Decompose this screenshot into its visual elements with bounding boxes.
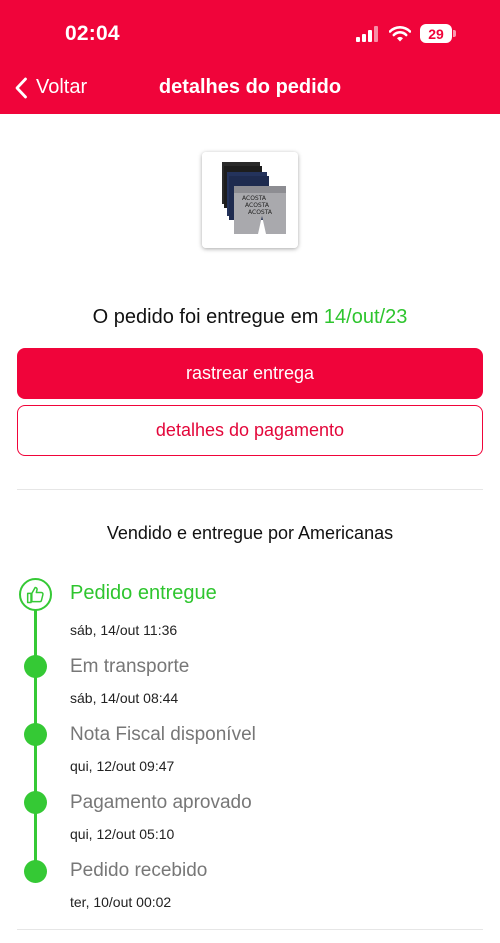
delivery-status-prefix: O pedido foi entregue em: [92, 306, 319, 328]
app-header: 02:04 29 Voltar detalhes do pedido: [0, 0, 500, 114]
timeline-step-4-marker: [24, 791, 47, 814]
status-icons: 29: [356, 24, 456, 43]
status-time: 02:04: [65, 22, 120, 45]
thumbs-up-icon: [26, 586, 44, 603]
seller-info: Vendido e entregue por Americanas: [106, 523, 394, 543]
timeline-step-1-time: sáb, 14/out 11:36: [70, 622, 178, 638]
battery-level: 29: [420, 24, 452, 43]
timeline-step-5-marker: [24, 860, 47, 883]
divider: [17, 489, 483, 490]
timeline-step-3-marker: [24, 723, 47, 746]
delivery-status-text: O pedido foi entregue em 14/out/23: [0, 306, 500, 329]
battery-icon: 29: [420, 24, 456, 43]
track-delivery-button[interactable]: rastrear entrega: [17, 348, 483, 399]
timeline-step-1-marker: [19, 578, 52, 611]
timeline-step-2-time: sáb, 14/out 08:44: [70, 690, 179, 706]
back-label: Voltar: [36, 76, 88, 98]
wifi-icon: [389, 25, 411, 41]
timeline-step-5-title: Pedido recebido: [70, 860, 208, 881]
timeline-step-3-time: qui, 12/out 09:47: [70, 758, 175, 774]
timeline-step-5-time: ter, 10/out 00:02: [70, 894, 172, 910]
chevron-left-icon: [15, 77, 27, 98]
timeline-step-4-time: qui, 12/out 05:10: [70, 826, 175, 842]
product-image[interactable]: ACOSTA ACOSTA ACOSTA: [202, 152, 298, 248]
back-button[interactable]: Voltar: [14, 76, 87, 99]
signal-icon: [356, 25, 378, 42]
timeline-step-2-marker: [24, 655, 47, 678]
svg-text:ACOSTA: ACOSTA: [242, 195, 267, 202]
timeline-step-1-title: Pedido entregue: [70, 582, 217, 604]
product-boxer-briefs-image: ACOSTA ACOSTA ACOSTA: [202, 152, 298, 248]
svg-text:ACOSTA: ACOSTA: [245, 202, 270, 209]
svg-text:ACOSTA: ACOSTA: [248, 209, 273, 216]
timeline-step-3-title: Nota Fiscal disponível: [70, 724, 256, 745]
payment-details-button[interactable]: detalhes do pagamento: [17, 405, 483, 456]
timeline-step-4-title: Pagamento aprovado: [70, 792, 252, 813]
delivery-date: 14/out/23: [323, 306, 408, 328]
divider: [17, 929, 483, 930]
timeline-step-2-title: Em transporte: [70, 656, 190, 677]
